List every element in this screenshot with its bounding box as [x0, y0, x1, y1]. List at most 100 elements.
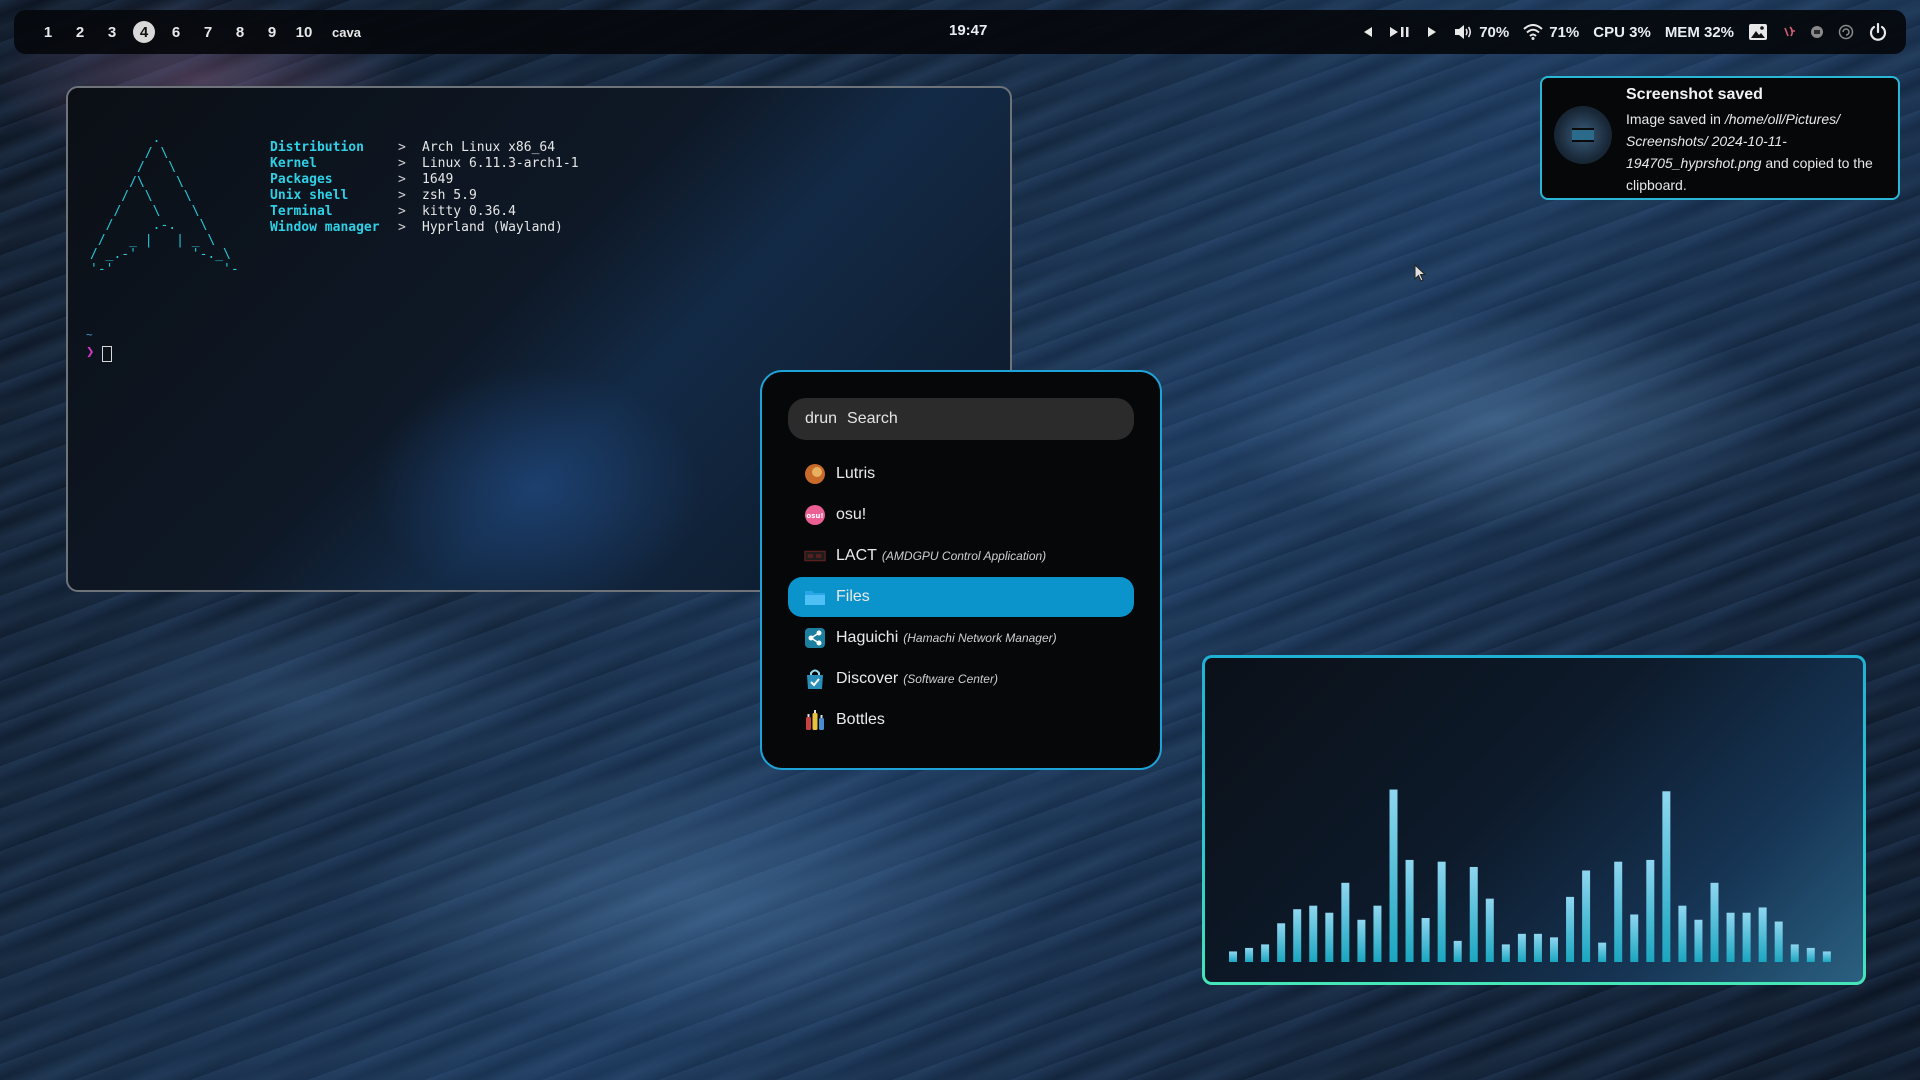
spectrum-bar	[1357, 919, 1366, 962]
workspace-button[interactable]: 1	[32, 20, 64, 44]
spectrum-bar	[1806, 947, 1815, 962]
spectrum-bar	[1453, 940, 1462, 962]
spectrum-bar	[1694, 919, 1703, 962]
info-value: kitty 0.36.4	[422, 204, 516, 219]
play-pause-icon[interactable]	[1389, 25, 1411, 39]
info-value: Linux 6.11.3-arch1-1	[422, 156, 579, 171]
info-key: Window manager	[270, 220, 380, 235]
bottles-icon	[804, 709, 826, 731]
spectrum-bar	[1325, 912, 1334, 962]
launcher-entry-discover[interactable]: Discover (Software Center)	[788, 659, 1134, 699]
workspace-label: 10	[295, 23, 313, 41]
info-row: Unix shell > zsh 5.9	[270, 188, 579, 204]
osu-icon: osu!	[804, 504, 826, 526]
power-icon[interactable]	[1868, 22, 1888, 42]
update-tray-icon[interactable]	[1838, 24, 1854, 40]
svg-text:osu!: osu!	[806, 512, 823, 520]
launcher-entry-name: LACT	[836, 547, 877, 564]
workspace-switcher: 1 2 3 4 6 7 8 9 10	[32, 20, 320, 44]
launcher-entry-files[interactable]: Files	[788, 577, 1134, 617]
launcher-entries: Lutris osu! osu! LACT (AMDGPU Control Applic…	[788, 454, 1134, 741]
workspace-button[interactable]: 4	[128, 20, 160, 44]
shell-prompt: ❯	[86, 344, 95, 360]
text-cursor[interactable]	[102, 346, 112, 362]
spectrum-bar	[1630, 914, 1639, 962]
volume-widget[interactable]: 70%	[1453, 24, 1509, 41]
spectrum-bar	[1341, 882, 1350, 962]
app-launcher: drun Search Lutris osu! osu! LACT (AMDGPU Co…	[760, 370, 1162, 770]
spectrum-bar	[1742, 912, 1751, 962]
info-sep: >	[398, 156, 406, 171]
screenshot-image-icon[interactable]	[1748, 23, 1768, 41]
info-row: Window manager > Hyprland (Wayland)	[270, 220, 579, 236]
launcher-entry-lutris[interactable]: Lutris	[788, 454, 1134, 494]
gpu-card-icon	[804, 545, 826, 567]
launcher-entry-name: Haguichi	[836, 629, 899, 646]
steam-tray-icon[interactable]	[1810, 25, 1824, 39]
spectrum-bar	[1566, 896, 1575, 962]
info-row: Kernel > Linux 6.11.3-arch1-1	[270, 156, 579, 172]
spectrum-bar	[1469, 866, 1478, 962]
clock[interactable]: 19:47	[949, 22, 987, 39]
info-sep: >	[398, 188, 406, 203]
info-key: Packages	[270, 172, 333, 187]
spectrum-bar	[1405, 859, 1414, 962]
info-sep: >	[398, 220, 406, 235]
spectrum-bar	[1389, 789, 1398, 962]
wifi-widget[interactable]: 71%	[1523, 24, 1579, 41]
launcher-search-input[interactable]: drun Search	[788, 398, 1134, 440]
workspace-button[interactable]: 10	[288, 20, 320, 44]
spectrum-bar	[1678, 905, 1687, 962]
spectrum-bar	[1726, 912, 1735, 962]
cava-visualizer-window[interactable]	[1202, 655, 1866, 985]
workspace-button[interactable]: 8	[224, 20, 256, 44]
launcher-entry-name: Discover	[836, 670, 899, 687]
screenshot-notification[interactable]: Screenshot saved Image saved in /home/ol…	[1540, 76, 1900, 200]
cpu-usage[interactable]: CPU 3%	[1593, 24, 1651, 41]
workspace-button[interactable]: 6	[160, 20, 192, 44]
previous-track-icon[interactable]	[1361, 25, 1375, 39]
spectrum-bar	[1501, 944, 1510, 962]
workspace-button[interactable]: 7	[192, 20, 224, 44]
top-bar: 1 2 3 4 6 7 8 9 10 cava 19:47 70% 71% CPU 3% MEM…	[14, 10, 1906, 54]
spectrum-bar	[1229, 951, 1237, 962]
info-key: Unix shell	[270, 188, 349, 203]
memory-usage[interactable]: MEM 32%	[1665, 24, 1734, 41]
workspace-label: 7	[203, 23, 213, 41]
spectrum-bar	[1646, 859, 1655, 962]
launcher-entry-description: (AMDGPU Control Application)	[881, 549, 1047, 563]
info-key: Terminal	[270, 204, 333, 219]
active-window-title: cava	[332, 24, 361, 40]
launcher-entry-name: Lutris	[836, 465, 876, 482]
info-row: Distribution > Arch Linux x86_64	[270, 140, 579, 156]
discord-tray-icon[interactable]	[1782, 25, 1796, 39]
audio-spectrum	[1229, 789, 1831, 962]
info-key: Kernel	[270, 156, 317, 171]
spectrum-bar	[1614, 861, 1623, 962]
workspace-button[interactable]: 3	[96, 20, 128, 44]
info-row: Terminal > kitty 0.36.4	[270, 204, 579, 220]
spectrum-bar	[1774, 921, 1783, 962]
system-info: Distribution > Arch Linux x86_64 Kernel > Lin…	[270, 140, 579, 236]
lutris-icon	[804, 463, 826, 485]
launcher-entry-lact[interactable]: LACT (AMDGPU Control Application)	[788, 536, 1134, 576]
spectrum-bar	[1437, 861, 1446, 962]
workspace-label: 6	[171, 23, 181, 41]
info-key: Distribution	[270, 140, 364, 155]
launcher-mode: drun	[805, 410, 838, 427]
spectrum-bar	[1822, 951, 1831, 962]
launcher-entry-name: Bottles	[836, 711, 885, 728]
next-track-icon[interactable]	[1425, 25, 1439, 39]
workspace-button[interactable]: 2	[64, 20, 96, 44]
workspace-button[interactable]: 9	[256, 20, 288, 44]
launcher-entry-osu[interactable]: osu! osu!	[788, 495, 1134, 535]
info-sep: >	[398, 204, 406, 219]
launcher-entry-haguichi[interactable]: Haguichi (Hamachi Network Manager)	[788, 618, 1134, 658]
spectrum-bar	[1277, 923, 1286, 962]
spectrum-bar	[1421, 918, 1430, 962]
spectrum-bar	[1533, 933, 1542, 962]
store-bag-icon	[804, 668, 826, 690]
launcher-entry-name: Files	[836, 588, 870, 605]
spectrum-bar	[1293, 909, 1302, 962]
launcher-entry-bottles[interactable]: Bottles	[788, 700, 1134, 740]
